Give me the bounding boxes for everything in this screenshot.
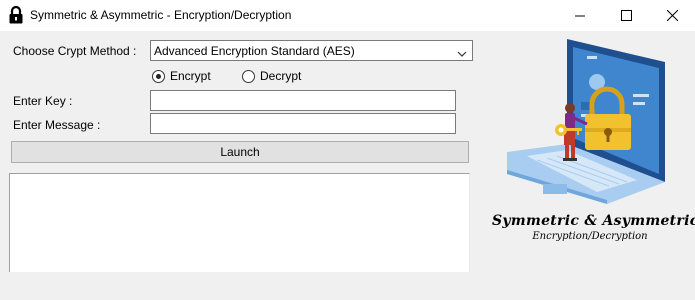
decrypt-radio-label: Decrypt — [260, 69, 302, 83]
crypt-method-value: Advanced Encryption Standard (AES) — [154, 44, 355, 58]
decrypt-radio[interactable]: Decrypt — [242, 68, 301, 84]
encrypt-radio-label: Encrypt — [170, 69, 211, 83]
key-label: Enter Key : — [13, 94, 73, 108]
radio-circle — [152, 69, 165, 83]
minimize-button[interactable] — [557, 0, 603, 31]
close-button[interactable] — [649, 0, 695, 31]
encrypt-radio[interactable]: Encrypt — [152, 68, 211, 84]
message-label: Enter Message : — [13, 118, 101, 132]
output-textarea[interactable] — [9, 173, 470, 272]
message-input[interactable] — [150, 113, 456, 134]
crypt-method-label: Choose Crypt Method : — [13, 44, 137, 58]
encryption-illustration — [497, 34, 677, 204]
minimize-icon — [574, 10, 586, 21]
radio-circle — [242, 69, 255, 83]
maximize-button[interactable] — [603, 0, 649, 31]
crypt-method-dropdown[interactable]: Advanced Encryption Standard (AES) — [150, 40, 473, 61]
brand-title: Symmetric & Asymmetric — [492, 213, 695, 229]
launch-button[interactable]: Launch — [11, 141, 469, 163]
window-title: Symmetric & Asymmetric - Encryption/Decr… — [30, 8, 292, 22]
lock-icon — [8, 5, 24, 24]
branding: Symmetric & Asymmetric Encryption/Decryp… — [492, 213, 695, 242]
close-icon — [666, 10, 678, 21]
brand-subtitle: Encryption/Decryption — [532, 231, 648, 242]
title-bar[interactable]: Symmetric & Asymmetric - Encryption/Decr… — [0, 0, 695, 31]
maximize-icon — [620, 10, 632, 21]
chevron-down-icon — [457, 47, 467, 61]
radio-selected-dot — [156, 73, 161, 79]
key-input[interactable] — [150, 90, 456, 111]
